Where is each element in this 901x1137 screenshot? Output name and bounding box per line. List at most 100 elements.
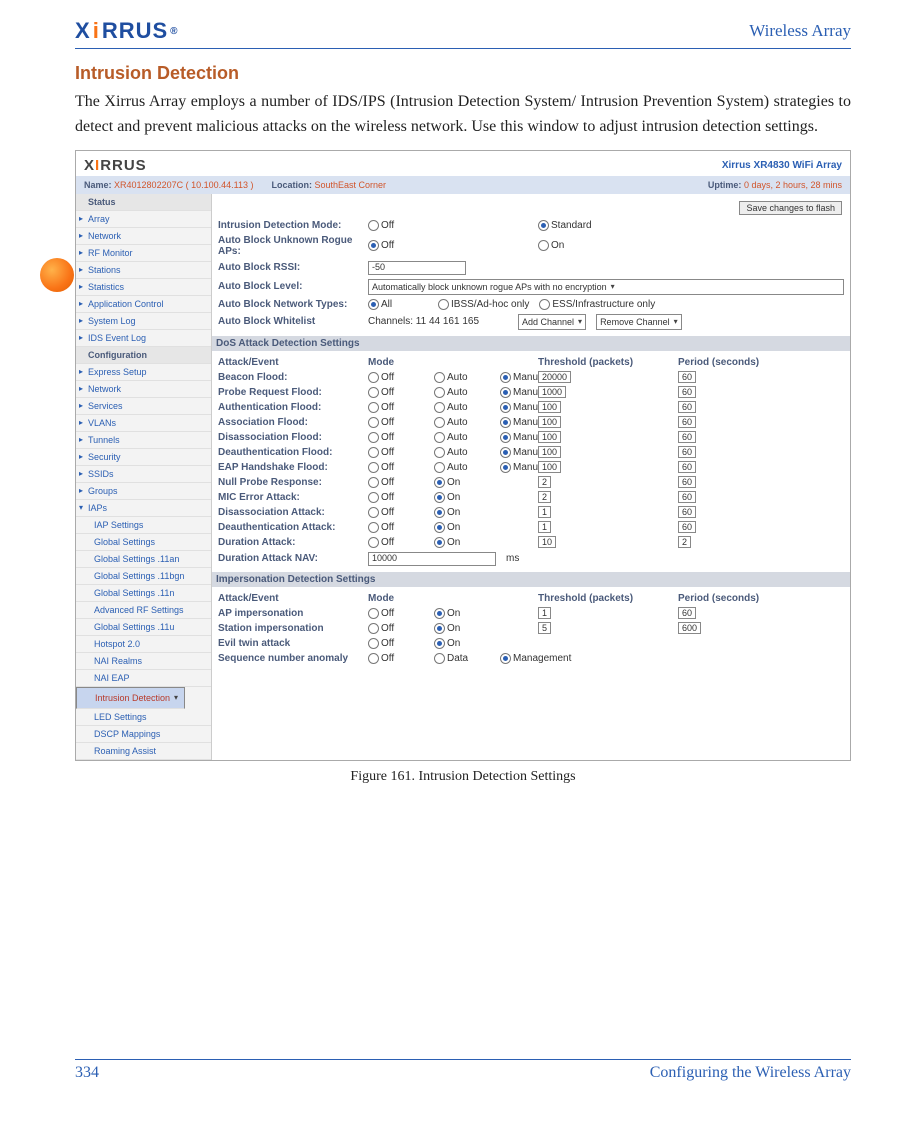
- radio-off[interactable]: Off: [368, 608, 428, 619]
- auto-block-on[interactable]: On: [538, 240, 598, 251]
- seq-off[interactable]: Off: [368, 653, 428, 664]
- period-input[interactable]: 60: [678, 431, 696, 443]
- nav-subitem[interactable]: Roaming Assist: [76, 743, 211, 760]
- period-input[interactable]: 2: [678, 536, 691, 548]
- period-input[interactable]: 60: [678, 401, 696, 413]
- radio-off[interactable]: Off: [368, 522, 428, 533]
- period-input[interactable]: 60: [678, 416, 696, 428]
- radio-off[interactable]: Off: [368, 417, 428, 428]
- threshold-input[interactable]: 1000: [538, 386, 566, 398]
- threshold-input[interactable]: 2: [538, 476, 551, 488]
- period-input[interactable]: 60: [678, 371, 696, 383]
- threshold-input[interactable]: 100: [538, 416, 561, 428]
- nav-item[interactable]: IAPs: [76, 500, 211, 517]
- remove-channel-select[interactable]: Remove Channel: [596, 314, 682, 330]
- period-input[interactable]: 60: [678, 521, 696, 533]
- radio-off[interactable]: Off: [368, 402, 428, 413]
- nav-subitem[interactable]: IAP Settings: [76, 517, 211, 534]
- evil-on[interactable]: On: [434, 638, 494, 649]
- period-input[interactable]: 60: [678, 506, 696, 518]
- nav-item[interactable]: Array: [76, 211, 211, 228]
- nav-subitem[interactable]: Hotspot 2.0: [76, 636, 211, 653]
- radio-on[interactable]: On: [434, 507, 494, 518]
- nav-item[interactable]: Security: [76, 449, 211, 466]
- threshold-input[interactable]: 10: [538, 536, 556, 548]
- radio-off[interactable]: Off: [368, 623, 428, 634]
- nav-subitem[interactable]: Global Settings .11n: [76, 585, 211, 602]
- radio-off[interactable]: Off: [368, 492, 428, 503]
- save-button[interactable]: Save changes to flash: [739, 201, 842, 215]
- period-input[interactable]: 60: [678, 476, 696, 488]
- period-input[interactable]: 60: [678, 491, 696, 503]
- nav-item[interactable]: Services: [76, 398, 211, 415]
- threshold-input[interactable]: 1: [538, 607, 551, 619]
- net-ibss[interactable]: IBSS/Ad-hoc only: [438, 299, 529, 310]
- radio-off[interactable]: Off: [368, 372, 428, 383]
- add-channel-select[interactable]: Add Channel: [518, 314, 586, 330]
- nav-subitem[interactable]: Global Settings .11u: [76, 619, 211, 636]
- nav-subitem[interactable]: Global Settings .11an: [76, 551, 211, 568]
- nav-item[interactable]: IDS Event Log: [76, 330, 211, 347]
- duration-nav-input[interactable]: 10000: [368, 552, 496, 566]
- seq-data[interactable]: Data: [434, 653, 494, 664]
- nav-item[interactable]: Network: [76, 228, 211, 245]
- radio-auto[interactable]: Auto: [434, 432, 494, 443]
- threshold-input[interactable]: 2: [538, 491, 551, 503]
- radio-auto[interactable]: Auto: [434, 402, 494, 413]
- radio-off[interactable]: Off: [368, 462, 428, 473]
- threshold-input[interactable]: 100: [538, 461, 561, 473]
- radio-on[interactable]: On: [434, 623, 494, 634]
- auto-block-off[interactable]: Off: [368, 240, 428, 251]
- radio-off[interactable]: Off: [368, 507, 428, 518]
- nav-item[interactable]: Network: [76, 381, 211, 398]
- threshold-input[interactable]: 20000: [538, 371, 571, 383]
- threshold-input[interactable]: 1: [538, 521, 551, 533]
- nav-item[interactable]: Tunnels: [76, 432, 211, 449]
- threshold-input[interactable]: 100: [538, 446, 561, 458]
- nav-item[interactable]: SSIDs: [76, 466, 211, 483]
- nav-subitem[interactable]: Global Settings .11bgn: [76, 568, 211, 585]
- threshold-input[interactable]: 100: [538, 401, 561, 413]
- radio-auto[interactable]: Auto: [434, 417, 494, 428]
- nav-item[interactable]: VLANs: [76, 415, 211, 432]
- radio-off[interactable]: Off: [368, 537, 428, 548]
- seq-mgmt[interactable]: Management: [500, 653, 571, 664]
- threshold-input[interactable]: 5: [538, 622, 551, 634]
- period-input[interactable]: 60: [678, 461, 696, 473]
- nav-subitem[interactable]: Advanced RF Settings: [76, 602, 211, 619]
- intrusion-mode-off[interactable]: Off: [368, 220, 428, 231]
- net-all[interactable]: All: [368, 299, 428, 310]
- auto-block-rssi-input[interactable]: -50: [368, 261, 466, 275]
- nav-item[interactable]: System Log: [76, 313, 211, 330]
- nav-item[interactable]: Express Setup: [76, 364, 211, 381]
- threshold-input[interactable]: 100: [538, 431, 561, 443]
- radio-off[interactable]: Off: [368, 447, 428, 458]
- auto-block-level-select[interactable]: Automatically block unknown rogue APs wi…: [368, 279, 844, 295]
- radio-off[interactable]: Off: [368, 432, 428, 443]
- radio-off[interactable]: Off: [368, 477, 428, 488]
- intrusion-mode-standard[interactable]: Standard: [538, 220, 598, 231]
- radio-off[interactable]: Off: [368, 387, 428, 398]
- nav-item[interactable]: Stations: [76, 262, 211, 279]
- nav-subitem[interactable]: NAI Realms: [76, 653, 211, 670]
- radio-auto[interactable]: Auto: [434, 372, 494, 383]
- period-input[interactable]: 60: [678, 446, 696, 458]
- nav-item[interactable]: Application Control: [76, 296, 211, 313]
- radio-on[interactable]: On: [434, 477, 494, 488]
- period-input[interactable]: 600: [678, 622, 701, 634]
- period-input[interactable]: 60: [678, 386, 696, 398]
- nav-subitem[interactable]: DSCP Mappings: [76, 726, 211, 743]
- threshold-input[interactable]: 1: [538, 506, 551, 518]
- radio-on[interactable]: On: [434, 537, 494, 548]
- evil-off[interactable]: Off: [368, 638, 428, 649]
- radio-on[interactable]: On: [434, 608, 494, 619]
- period-input[interactable]: 60: [678, 607, 696, 619]
- radio-auto[interactable]: Auto: [434, 387, 494, 398]
- nav-item[interactable]: RF Monitor: [76, 245, 211, 262]
- nav-subitem[interactable]: Intrusion Detection: [76, 687, 185, 709]
- radio-on[interactable]: On: [434, 522, 494, 533]
- radio-auto[interactable]: Auto: [434, 462, 494, 473]
- nav-subitem[interactable]: Global Settings: [76, 534, 211, 551]
- net-ess[interactable]: ESS/Infrastructure only: [539, 299, 655, 310]
- nav-item[interactable]: Statistics: [76, 279, 211, 296]
